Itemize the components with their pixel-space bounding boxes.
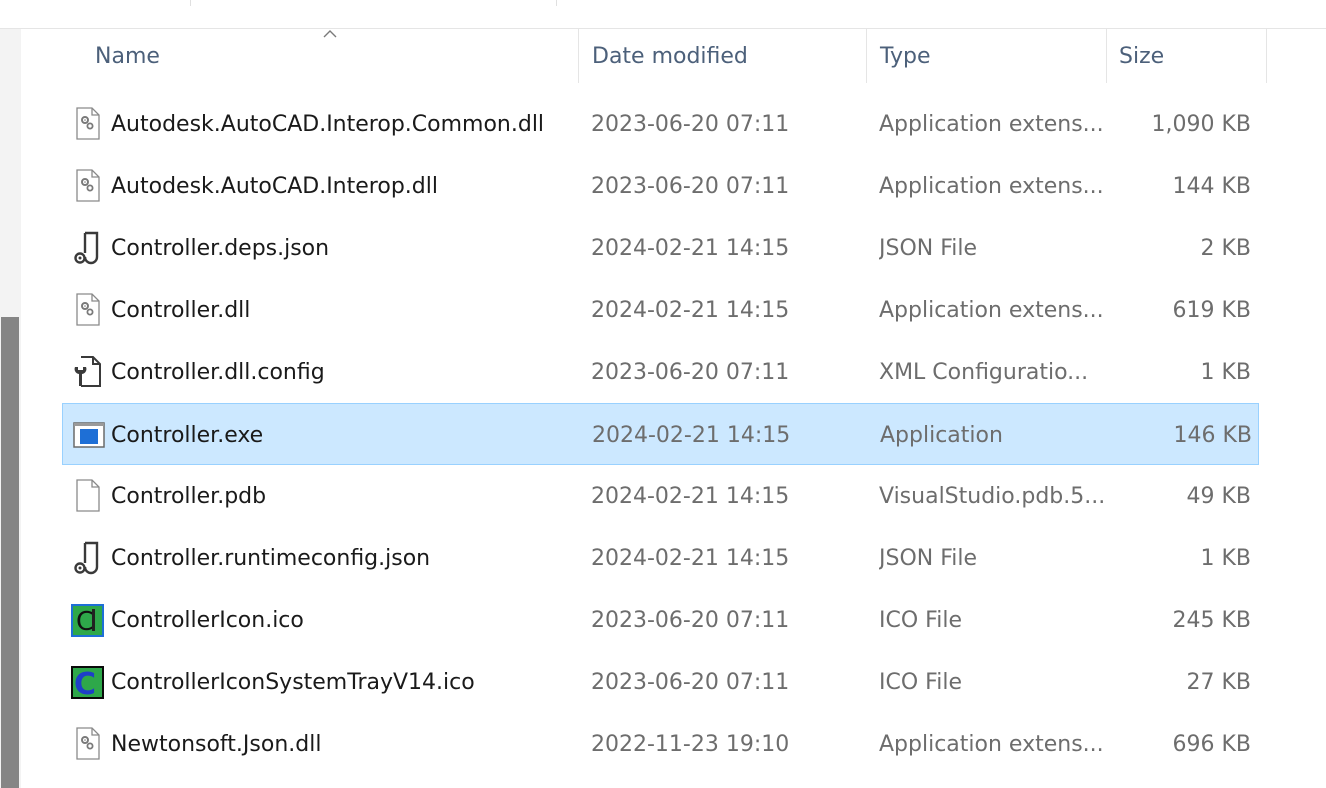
pane-divider[interactable] — [21, 29, 31, 788]
column-header-name-label: Name — [95, 43, 160, 69]
file-date-modified: 2022-11-23 19:10 — [591, 731, 790, 757]
file-size: 696 KB — [1172, 731, 1251, 757]
json-icon — [71, 229, 105, 267]
file-row[interactable]: Controller.dll 2024-02-21 14:15 Applicat… — [62, 279, 1259, 341]
dll-icon — [71, 291, 105, 329]
dll-icon — [71, 167, 105, 205]
toolbar-separator — [190, 0, 191, 6]
file-name: Controller.deps.json — [111, 235, 330, 261]
column-header-size[interactable]: Size — [1105, 29, 1265, 83]
file-name: Newtonsoft.Json.dll — [111, 731, 322, 757]
file-name: Autodesk.AutoCAD.Interop.dll — [111, 173, 438, 199]
navigation-scrollbar[interactable] — [1, 317, 19, 788]
file-type: JSON File — [879, 235, 978, 261]
dll-icon — [71, 725, 105, 763]
file-explorer-window: Name Date modified Type Size Autodesk.Au… — [0, 0, 1326, 788]
file-name: Controller.pdb — [111, 483, 267, 509]
sort-up-icon — [323, 30, 337, 38]
file-type: XML Configuratio... — [879, 359, 1089, 385]
file-row[interactable]: C ControllerIcon.ico 2023-06-20 07:11 IC… — [62, 589, 1259, 651]
toolbar-strip — [0, 0, 1326, 29]
file-name: ControllerIcon.ico — [111, 607, 304, 633]
file-size: 27 KB — [1186, 669, 1251, 695]
file-date-modified: 2023-06-20 07:11 — [591, 111, 790, 137]
controller-ico-icon: C — [71, 601, 105, 639]
json-icon — [71, 539, 105, 577]
blank-file-icon — [71, 477, 105, 515]
file-date-modified: 2023-06-20 07:11 — [591, 173, 790, 199]
file-name: Controller.dll — [111, 297, 251, 323]
file-date-modified: 2024-02-21 14:15 — [591, 483, 790, 509]
file-date-modified: 2024-02-21 14:15 — [592, 422, 791, 448]
file-type: Application extens... — [879, 173, 1104, 199]
file-list: Autodesk.AutoCAD.Interop.Common.dll 2023… — [62, 93, 1259, 775]
column-header-row: Name Date modified Type Size — [31, 29, 1326, 87]
svg-text:C: C — [76, 607, 94, 637]
file-size: 1 KB — [1200, 359, 1251, 385]
file-size: 245 KB — [1172, 607, 1251, 633]
config-icon — [71, 353, 105, 391]
file-name: Controller.runtimeconfig.json — [111, 545, 431, 571]
svg-text:C: C — [74, 667, 96, 701]
file-size: 144 KB — [1172, 173, 1251, 199]
file-type: Application extens... — [879, 731, 1104, 757]
file-type: ICO File — [879, 669, 962, 695]
file-size: 146 KB — [1173, 422, 1252, 448]
file-date-modified: 2023-06-20 07:11 — [591, 607, 790, 633]
file-name: ControllerIconSystemTrayV14.ico — [111, 669, 475, 695]
file-size: 619 KB — [1172, 297, 1251, 323]
file-row[interactable]: Controller.exe 2024-02-21 14:15 Applicat… — [62, 403, 1259, 465]
file-date-modified: 2024-02-21 14:15 — [591, 297, 790, 323]
file-row[interactable]: Controller.pdb 2024-02-21 14:15 VisualSt… — [62, 465, 1259, 527]
file-date-modified: 2024-02-21 14:15 — [591, 235, 790, 261]
file-date-modified: 2023-06-20 07:11 — [591, 669, 790, 695]
file-name: Controller.exe — [111, 422, 264, 448]
navigation-pane — [0, 29, 21, 788]
file-type: Application — [880, 422, 1003, 448]
file-row[interactable]: Controller.runtimeconfig.json 2024-02-21… — [62, 527, 1259, 589]
file-type: VisualStudio.pdb.5... — [879, 483, 1104, 509]
file-row[interactable]: Autodesk.AutoCAD.Interop.Common.dll 2023… — [62, 93, 1259, 155]
column-header-type-label: Type — [880, 43, 931, 69]
controller-tray-ico-icon: C — [71, 663, 105, 701]
file-row[interactable]: Autodesk.AutoCAD.Interop.dll 2023-06-20 … — [62, 155, 1259, 217]
file-size: 1,090 KB — [1151, 111, 1252, 137]
file-row[interactable]: Controller.dll.config 2023-06-20 07:11 X… — [62, 341, 1259, 403]
file-date-modified: 2024-02-21 14:15 — [591, 545, 790, 571]
file-date-modified: 2023-06-20 07:11 — [591, 359, 790, 385]
dll-icon — [71, 105, 105, 143]
file-size: 1 KB — [1200, 545, 1251, 571]
column-header-date[interactable]: Date modified — [578, 29, 866, 83]
file-row[interactable]: Newtonsoft.Json.dll 2022-11-23 19:10 App… — [62, 713, 1259, 775]
file-size: 2 KB — [1200, 235, 1251, 261]
column-header-type[interactable]: Type — [866, 29, 1106, 83]
column-header-date-label: Date modified — [592, 43, 748, 69]
column-divider[interactable] — [1266, 29, 1267, 83]
file-type: Application extens... — [879, 297, 1104, 323]
column-header-size-label: Size — [1119, 43, 1165, 69]
file-name: Autodesk.AutoCAD.Interop.Common.dll — [111, 111, 545, 137]
file-row[interactable]: C ControllerIconSystemTrayV14.ico 2023-0… — [62, 651, 1259, 713]
file-type: ICO File — [879, 607, 962, 633]
toolbar-separator — [556, 0, 557, 6]
file-size: 49 KB — [1186, 483, 1251, 509]
exe-icon — [72, 416, 106, 454]
file-name: Controller.dll.config — [111, 359, 325, 385]
file-type: Application extens... — [879, 111, 1104, 137]
file-row[interactable]: Controller.deps.json 2024-02-21 14:15 JS… — [62, 217, 1259, 279]
file-type: JSON File — [879, 545, 978, 571]
